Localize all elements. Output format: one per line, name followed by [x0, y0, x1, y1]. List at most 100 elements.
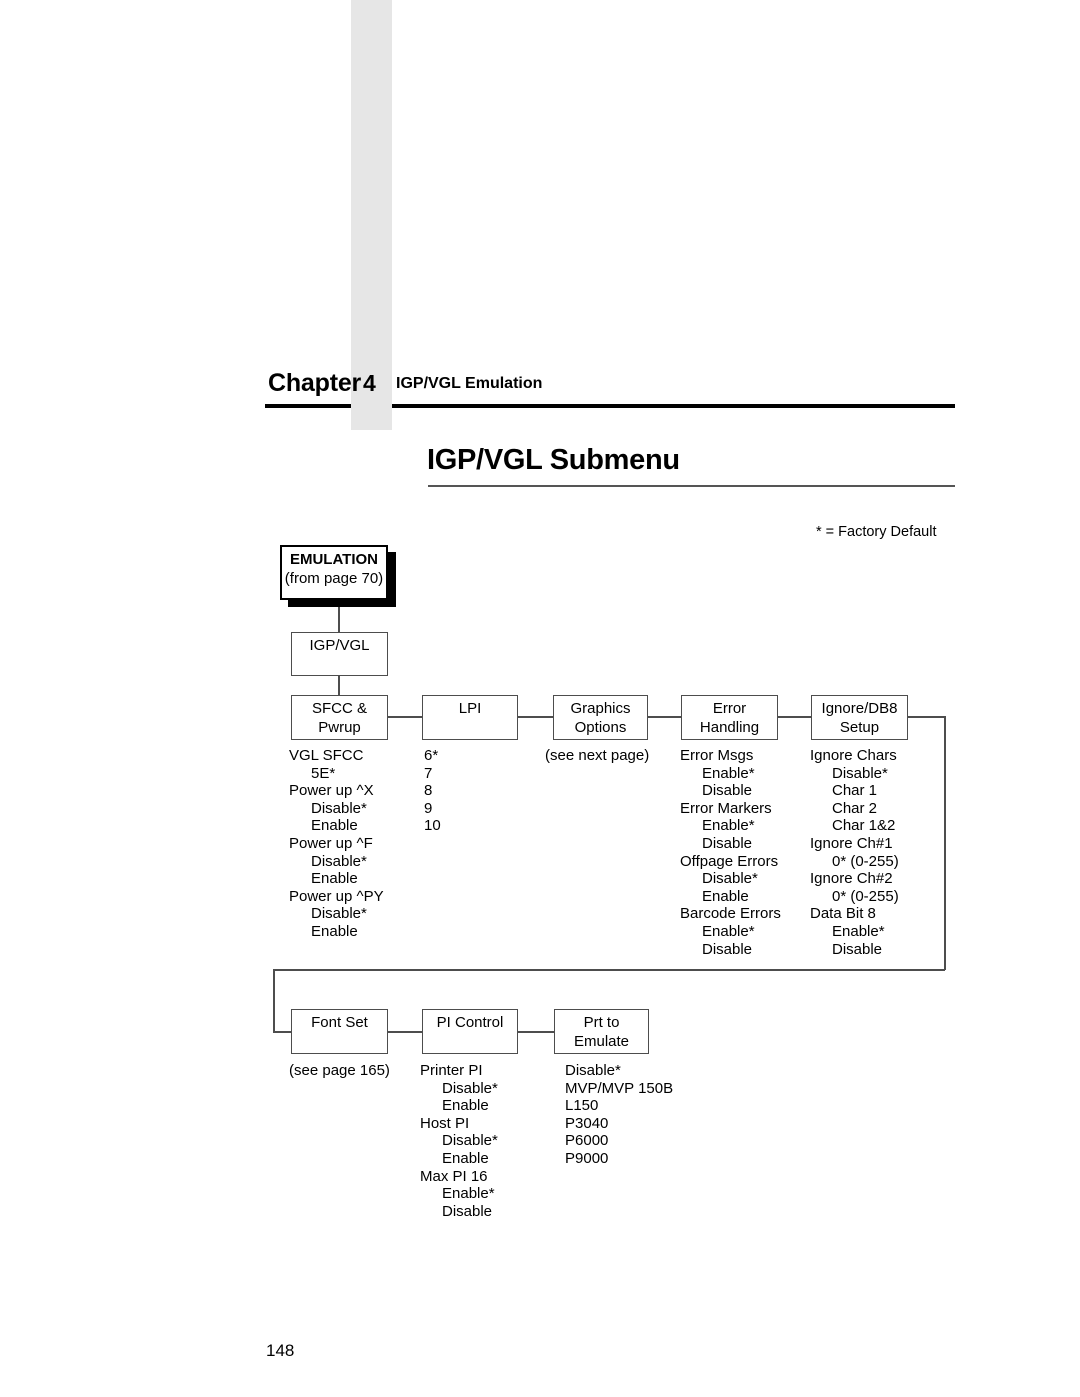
node-error-handling-title: Error	[712, 700, 747, 717]
option-item: Disable*	[311, 799, 367, 817]
option-item: 7	[424, 764, 433, 782]
option-item: 0* (0-255)	[832, 852, 899, 870]
option-item: 5E*	[311, 764, 336, 782]
option-item: 10	[424, 817, 441, 835]
node-lpi[interactable]: LPI	[422, 695, 518, 740]
option-item: 0* (0-255)	[832, 887, 899, 905]
connector-ignore-wrap-top	[908, 716, 945, 718]
node-ignore-db8-setup-title: Ignore/DB8	[821, 700, 898, 717]
option-item: Error Markers	[680, 799, 772, 817]
connector-ignore-wrap-right	[944, 716, 946, 970]
option-item: Ignore Ch#2	[810, 870, 893, 888]
connector-graphics-to-error	[648, 716, 682, 718]
option-item: Enable	[311, 870, 358, 888]
option-item: Printer PI	[420, 1062, 483, 1079]
node-ignore-db8-setup-subtitle: Setup	[839, 719, 880, 736]
option-item: Enable*	[832, 922, 885, 940]
option-item: Disable	[832, 940, 883, 958]
node-graphics-options-subtitle: Options	[574, 719, 627, 736]
node-graphics-options-title: Graphics	[570, 700, 631, 717]
option-item: Enable	[442, 1097, 489, 1115]
option-item: Power up ^PY	[289, 887, 384, 905]
option-item: Enable*	[702, 764, 755, 782]
option-item: Disable*	[565, 1062, 621, 1079]
option-item: 6*	[424, 747, 439, 764]
option-item: Disable*	[832, 764, 888, 782]
node-igpvgl[interactable]: IGP/VGL	[291, 632, 388, 676]
node-prt-to-emulate-subtitle: Emulate	[573, 1033, 630, 1050]
option-list-font-set: (see page 165)	[289, 1062, 390, 1080]
option-item: Error Msgs	[680, 747, 754, 764]
option-item: Enable	[311, 922, 358, 940]
node-font-set-title: Font Set	[311, 1014, 368, 1031]
option-item: Host PI	[420, 1114, 470, 1132]
node-emulation-subtitle: (from page 70)	[284, 570, 384, 587]
node-sfcc-pwrup[interactable]: SFCC & Pwrup	[291, 695, 388, 740]
option-item: Disable*	[702, 870, 758, 888]
option-item: Max PI 16	[420, 1167, 488, 1185]
connector-picontrol-to-prttoemulate	[518, 1031, 554, 1033]
option-item: Enable*	[702, 817, 755, 835]
node-lpi-title: LPI	[458, 700, 482, 717]
option-item: Barcode Errors	[680, 905, 781, 923]
option-item: Power up ^X	[289, 782, 374, 800]
node-error-handling-subtitle: Handling	[699, 719, 760, 736]
option-item: 9	[424, 799, 433, 817]
option-item: Disable*	[311, 852, 367, 870]
node-emulation-title: EMULATION	[289, 551, 379, 568]
option-list-error-handling: Error Msgs Enable* Disable Error Markers Ena…	[680, 747, 781, 958]
option-list-ignore-db8-setup: Ignore Chars Disable* Char 1 Char 2 Char 1&2…	[810, 747, 899, 958]
node-prt-to-emulate-title: Prt to	[583, 1014, 620, 1031]
node-font-set[interactable]: Font Set	[291, 1009, 388, 1054]
node-prt-to-emulate[interactable]: Prt to Emulate	[554, 1009, 649, 1054]
connector-sfcc-to-lpi	[388, 716, 423, 718]
option-item: Power up ^F	[289, 834, 373, 852]
option-list-prt-to-emulate: Disable* MVP/MVP 150B L150 P3040 P6000 P9000	[565, 1062, 673, 1168]
node-error-handling[interactable]: Error Handling	[681, 695, 778, 740]
connector-ignore-wrap-left	[273, 969, 275, 1032]
option-item: 8	[424, 782, 433, 800]
option-item: P6000	[565, 1132, 609, 1150]
option-item: P3040	[565, 1114, 609, 1132]
option-item: Disable	[702, 782, 753, 800]
option-item: Disable*	[442, 1079, 498, 1097]
option-item: Disable	[702, 834, 753, 852]
option-item: Ignore Chars	[810, 747, 897, 764]
connector-fontset-to-picontrol	[388, 1031, 422, 1033]
option-list-pi-control: Printer PI Disable* Enable Host PI Disable* E…	[420, 1062, 498, 1220]
option-item: Disable*	[442, 1132, 498, 1150]
option-item: MVP/MVP 150B	[565, 1079, 674, 1097]
option-item: Char 2	[832, 799, 878, 817]
option-item: Char 1	[832, 782, 878, 800]
node-igpvgl-title: IGP/VGL	[309, 637, 370, 654]
option-item: Enable	[702, 887, 749, 905]
option-item: Disable*	[311, 905, 367, 923]
node-ignore-db8-setup[interactable]: Ignore/DB8 Setup	[811, 695, 908, 740]
page-number: 148	[266, 1341, 295, 1360]
option-item: Disable	[702, 940, 753, 958]
option-item: Char 1&2	[832, 817, 896, 835]
connector-wrap-to-fontset	[273, 1031, 291, 1033]
node-pi-control-title: PI Control	[436, 1014, 504, 1031]
node-graphics-options[interactable]: Graphics Options	[553, 695, 648, 740]
igp-vgl-menu-tree-diagram: EMULATION (from page 70) IGP/VGL SFCC & …	[0, 0, 1080, 1397]
option-item: Ignore Ch#1	[810, 834, 893, 852]
option-item: Enable*	[442, 1185, 495, 1203]
option-list-graphics-options: (see next page)	[545, 747, 649, 765]
option-item: Enable	[442, 1149, 489, 1167]
option-item: Offpage Errors	[680, 852, 779, 870]
option-item: VGL SFCC	[289, 747, 364, 764]
option-item: (see page 165)	[289, 1062, 390, 1079]
option-item: Enable*	[702, 922, 755, 940]
option-item: (see next page)	[545, 747, 650, 764]
option-list-sfcc-pwrup: VGL SFCC 5E* Power up ^X Disable* Enable Powe…	[289, 747, 384, 941]
node-sfcc-pwrup-title: SFCC &	[311, 700, 367, 717]
option-item: P9000	[565, 1149, 609, 1167]
option-list-lpi: 6* 7 8 9 10	[424, 747, 441, 835]
node-pi-control[interactable]: PI Control	[422, 1009, 518, 1054]
connector-error-to-ignore	[778, 716, 811, 718]
node-sfcc-pwrup-subtitle: Pwrup	[318, 719, 361, 736]
node-emulation[interactable]: EMULATION (from page 70)	[280, 545, 388, 600]
connector-igpvgl-to-sfcc	[338, 676, 340, 695]
option-item: Disable	[442, 1202, 493, 1220]
